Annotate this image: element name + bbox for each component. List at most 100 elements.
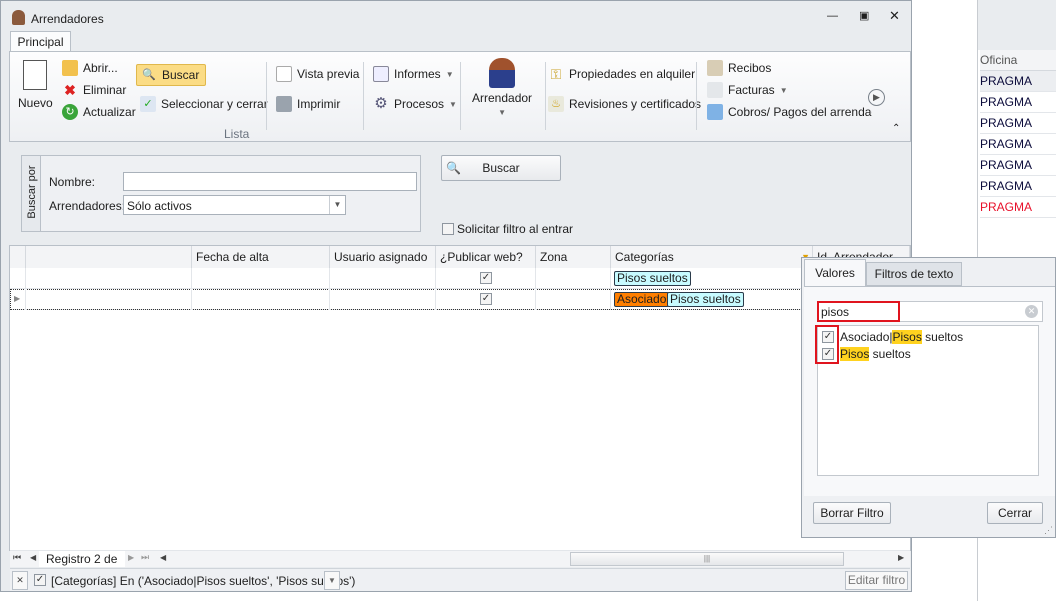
filter-panel: ✕ ✓ [Categorías] En ('Asociado|Pisos sue…: [10, 568, 910, 591]
prev-record-button[interactable]: ◀: [30, 553, 36, 562]
filter-search-box[interactable]: pisos ✕: [817, 301, 1043, 322]
receipt-icon: [707, 60, 723, 76]
column-header[interactable]: Zona: [536, 246, 611, 268]
revisiones-label: Revisiones y certificados: [569, 97, 702, 111]
column-header-categorias[interactable]: Categorías▼: [611, 246, 813, 268]
table-cell[interactable]: [10, 268, 26, 289]
first-record-button[interactable]: ⏮: [13, 552, 21, 563]
actualizar-label: Actualizar: [83, 105, 136, 119]
user-icon: [12, 10, 25, 25]
table-cell[interactable]: ▶: [10, 289, 26, 310]
nuevo-button[interactable]: Nuevo: [18, 60, 53, 110]
item-suffix: sueltos: [921, 330, 964, 344]
column-filter-popup: Valores Filtros de texto pisos ✕ ✓ Asocia…: [801, 257, 1056, 538]
scroll-right-icon[interactable]: ▶: [868, 89, 885, 106]
background-grid-cell[interactable]: PRAGMA: [980, 134, 1056, 155]
dropdown-arrow-icon: ▼: [449, 99, 457, 109]
table-row[interactable]: ▶ ✓ Asociado Pisos sueltos: [10, 289, 910, 310]
borrar-filtro-button[interactable]: Borrar Filtro: [813, 502, 891, 524]
table-cell[interactable]: [26, 268, 192, 289]
background-grid-cell[interactable]: PRAGMA: [980, 197, 1056, 218]
scroll-right-button[interactable]: ▶: [898, 553, 904, 562]
last-record-button[interactable]: ⏭: [141, 552, 149, 563]
arrendadores-window: Arrendadores — ▣ ✕ Principal Nuevo Abrir…: [0, 0, 912, 592]
table-cell[interactable]: [536, 289, 611, 310]
nombre-input[interactable]: [123, 172, 417, 191]
row-indicator-icon: ▶: [14, 294, 21, 303]
imprimir-button[interactable]: Imprimir: [276, 96, 340, 112]
horizontal-scrollbar[interactable]: |||: [570, 552, 844, 566]
filter-enabled-checkbox[interactable]: ✓: [34, 574, 46, 586]
column-header[interactable]: Fecha de alta: [192, 246, 330, 268]
close-button[interactable]: ✕: [889, 8, 900, 24]
next-record-button[interactable]: ▶: [128, 553, 134, 562]
clear-filter-button[interactable]: ✕: [12, 571, 28, 590]
table-cell[interactable]: [536, 268, 611, 289]
table-cell[interactable]: [330, 289, 436, 310]
revisiones-button[interactable]: ♨ Revisiones y certificados: [548, 96, 701, 112]
table-cell[interactable]: Asociado Pisos sueltos: [611, 289, 813, 310]
buscar-button[interactable]: 🔍 Buscar: [441, 155, 561, 181]
background-grid-cell[interactable]: PRAGMA: [980, 155, 1056, 176]
eliminar-label: Eliminar: [83, 83, 127, 97]
column-header-oficina[interactable]: Oficina: [980, 50, 1056, 71]
tab-valores[interactable]: Valores: [804, 259, 866, 286]
buscar-ribbon-button[interactable]: 🔍 Buscar: [136, 64, 207, 86]
filter-value-item[interactable]: ✓ Asociado| Pisos sueltos: [822, 329, 963, 345]
arrendador-button[interactable]: Arrendador ▼: [472, 58, 532, 117]
filter-history-dropdown[interactable]: ▼: [324, 571, 340, 590]
publicar-web-checkbox[interactable]: ✓: [480, 272, 492, 284]
minimize-button[interactable]: —: [827, 10, 838, 22]
table-cell[interactable]: ✓: [436, 289, 536, 310]
buscar-por-label: Buscar por: [26, 165, 38, 219]
background-grid-cell[interactable]: PRAGMA: [980, 176, 1056, 197]
table-cell[interactable]: [330, 268, 436, 289]
vista-previa-button[interactable]: Vista previa: [276, 66, 359, 82]
chevron-down-icon[interactable]: ▼: [329, 196, 345, 214]
arrendadores-label: Arrendadores:: [49, 199, 126, 213]
cobros-button[interactable]: Cobros/ Pagos del arrendador: [707, 104, 872, 120]
item-suffix: sueltos: [869, 347, 911, 361]
clear-search-icon[interactable]: ✕: [1025, 305, 1038, 318]
informes-button[interactable]: Informes ▼: [373, 66, 454, 82]
table-cell[interactable]: [26, 289, 192, 310]
background-grid-cell[interactable]: PRAGMA: [980, 113, 1056, 134]
tab-principal[interactable]: Principal: [10, 31, 71, 52]
categorias-label: Categorías: [615, 250, 674, 264]
table-cell[interactable]: Pisos sueltos: [611, 268, 813, 289]
vista-previa-label: Vista previa: [297, 67, 360, 81]
eliminar-button[interactable]: ✖ Eliminar: [62, 82, 126, 98]
seleccionar-cerrar-button[interactable]: ✓ Seleccionar y cerrar: [140, 96, 268, 112]
table-cell[interactable]: ✓: [436, 268, 536, 289]
abrir-button[interactable]: Abrir...: [62, 60, 118, 76]
collapse-ribbon-icon[interactable]: ⌃: [892, 123, 900, 134]
filter-search-input[interactable]: pisos: [821, 305, 849, 319]
scroll-left-button[interactable]: ◀: [160, 553, 166, 562]
publicar-web-checkbox[interactable]: ✓: [480, 293, 492, 305]
background-grid-cell[interactable]: PRAGMA: [980, 71, 1056, 92]
filter-value-checkbox[interactable]: ✓: [822, 331, 834, 343]
tab-filtros-de-texto[interactable]: Filtros de texto: [866, 262, 962, 286]
table-cell[interactable]: [192, 268, 330, 289]
arrendador-label: Arrendador: [472, 91, 533, 105]
table-row[interactable]: ✓ Pisos sueltos: [10, 268, 910, 289]
recibos-button[interactable]: Recibos: [707, 60, 771, 76]
filter-value-checkbox[interactable]: ✓: [822, 348, 834, 360]
resize-grip-icon[interactable]: ⋰: [1044, 525, 1053, 536]
column-header[interactable]: Usuario asignado: [330, 246, 436, 268]
actualizar-button[interactable]: ↻ Actualizar: [62, 104, 136, 120]
landlord-icon: [489, 58, 516, 88]
group-label-lista: Lista: [224, 127, 250, 141]
solicitar-filtro-checkbox[interactable]: [442, 223, 454, 235]
facturas-button[interactable]: Facturas ▼: [707, 82, 788, 98]
propiedades-button[interactable]: ⚿ Propiedades en alquiler: [548, 66, 695, 82]
filter-value-item[interactable]: ✓ Pisos sueltos: [822, 346, 911, 362]
arrendadores-select[interactable]: Sólo activos ▼: [123, 195, 346, 215]
column-header[interactable]: ¿Publicar web?: [436, 246, 536, 268]
edit-filter-button[interactable]: Editar filtro: [845, 571, 908, 590]
background-grid-cell[interactable]: PRAGMA: [980, 92, 1056, 113]
table-cell[interactable]: [192, 289, 330, 310]
cerrar-button[interactable]: Cerrar: [987, 502, 1043, 524]
maximize-button[interactable]: ▣: [859, 9, 869, 22]
procesos-button[interactable]: ⚙ Procesos ▼: [373, 96, 457, 112]
